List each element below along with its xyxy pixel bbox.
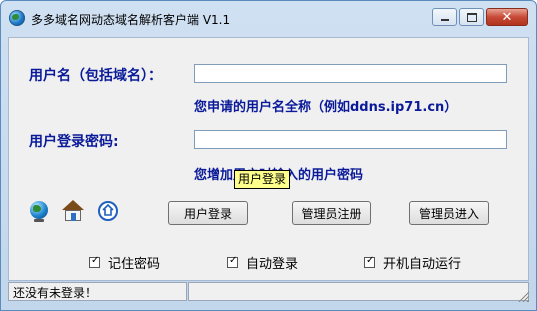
status-bar: 还没有未登录！ (8, 282, 529, 302)
check-icon: ✓ (91, 255, 100, 266)
status-message: 还没有未登录！ (8, 282, 187, 301)
check-icon: ✓ (366, 255, 375, 266)
autostart-label: 开机自动运行 (383, 257, 462, 272)
title-bar[interactable]: 多多域名网动态域名解析客户端 V1.1 ✕ (1, 1, 536, 37)
username-hint: 您申请的用户名全称（例如ddns.ip71.cn） (194, 100, 458, 115)
autostart-option[interactable]: ✓ 开机自动运行 (364, 253, 461, 272)
auto-login-checkbox[interactable]: ✓ (227, 255, 238, 268)
house-roof (62, 200, 84, 210)
maximize-icon (466, 12, 477, 22)
password-input[interactable] (194, 130, 507, 149)
globe-shape (30, 201, 48, 219)
maximize-button[interactable] (459, 8, 484, 26)
username-label: 用户名（包括域名）： (29, 68, 162, 84)
admin-register-button[interactable]: 管理员注册 (292, 201, 371, 225)
remember-password-checkbox[interactable]: ✓ (89, 255, 100, 268)
password-label: 用户登录密码: (29, 134, 119, 150)
house-icon[interactable] (62, 200, 84, 222)
house-door (71, 213, 76, 221)
remember-password-label: 记住密码 (108, 257, 161, 272)
auto-login-option[interactable]: ✓ 自动登录 (227, 253, 298, 272)
app-globe-icon (9, 10, 25, 26)
auto-login-label: 自动登录 (246, 257, 299, 272)
home-circle (98, 201, 118, 221)
check-icon: ✓ (229, 255, 238, 266)
home-circle-icon[interactable] (97, 200, 119, 222)
home-glyph (102, 204, 114, 216)
app-window: 多多域名网动态域名解析客户端 V1.1 ✕ 用户名（包括域名）： 您申请的用户名… (0, 0, 537, 311)
status-pane-secondary (188, 282, 529, 301)
remember-password-option[interactable]: ✓ 记住密码 (89, 253, 160, 272)
close-icon: ✕ (501, 9, 513, 25)
close-button[interactable]: ✕ (486, 8, 528, 26)
client-area: 用户名（包括域名）： 您申请的用户名全称（例如ddns.ip71.cn） 用户登… (8, 37, 529, 281)
login-tooltip: 用户登录 (234, 170, 291, 189)
minimize-icon (440, 19, 449, 21)
window-title: 多多域名网动态域名解析客户端 V1.1 (31, 13, 231, 27)
admin-login-button[interactable]: 管理员进入 (409, 201, 489, 225)
username-input[interactable] (194, 64, 507, 83)
minimize-button[interactable] (432, 8, 457, 26)
login-button[interactable]: 用户登录 (168, 201, 248, 225)
globe-stand (34, 219, 44, 222)
autostart-checkbox[interactable]: ✓ (364, 255, 375, 268)
globe-icon[interactable] (28, 200, 50, 222)
window-controls: ✕ (432, 8, 528, 26)
resize-grip-icon[interactable] (517, 290, 529, 302)
